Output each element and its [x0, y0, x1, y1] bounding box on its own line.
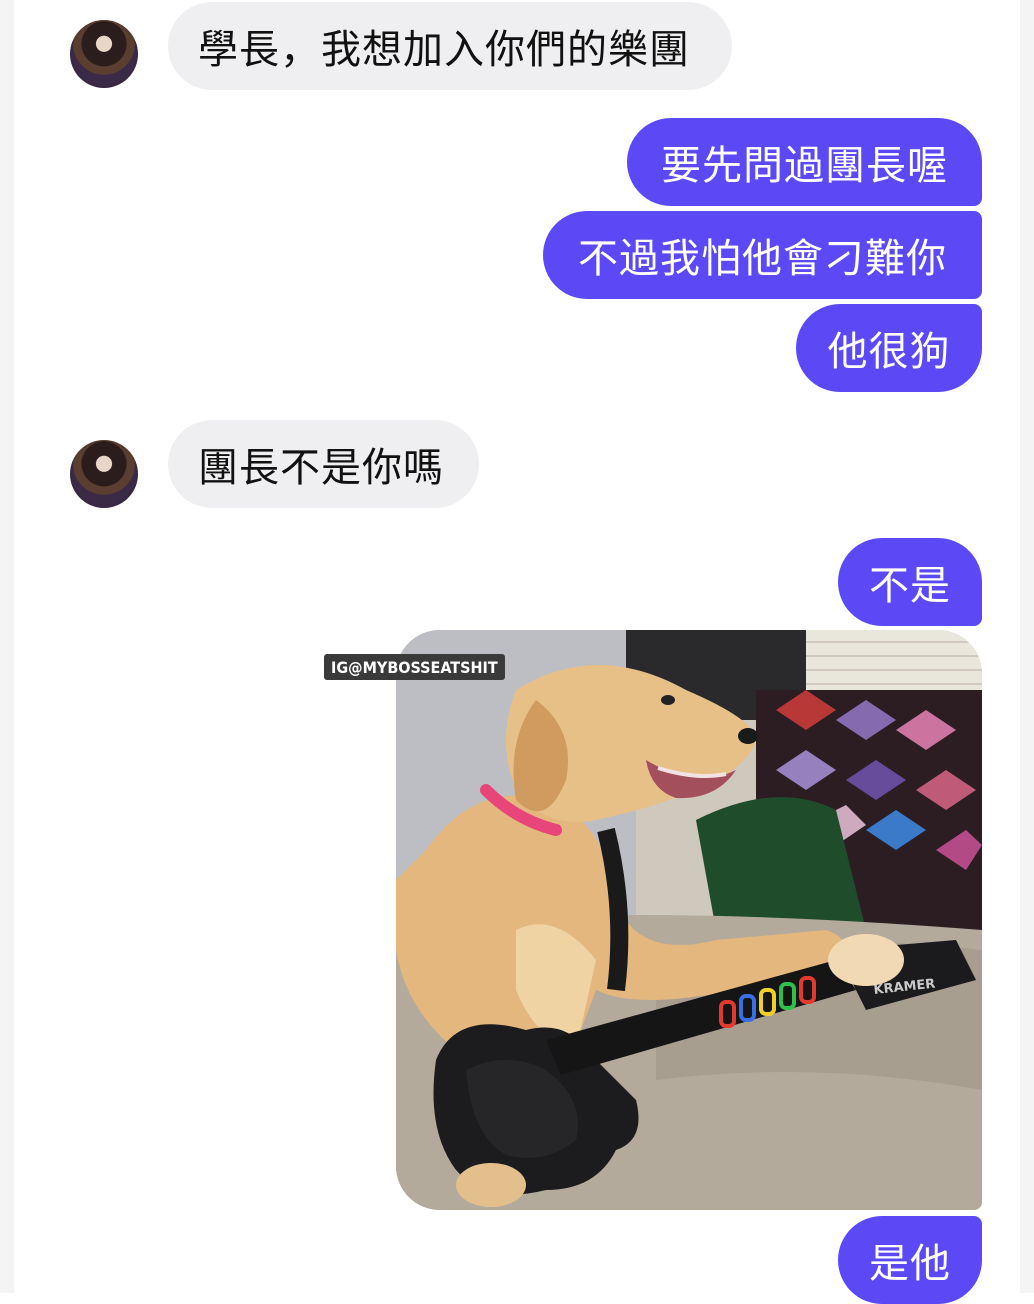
photo-message[interactable]: KRAMER — [396, 630, 982, 1210]
watermark-label: IG@MYBOSSEATSHIT — [324, 654, 505, 680]
outgoing-message[interactable]: 不過我怕他會刁難你 — [543, 211, 982, 299]
message-text: 學長，我想加入你們的樂團 — [198, 27, 690, 73]
outgoing-message[interactable]: 是他 — [838, 1216, 982, 1304]
message-text: 要先問過團長喔 — [661, 143, 948, 189]
contact-avatar[interactable] — [70, 440, 138, 508]
message-text: 不過我怕他會刁難你 — [578, 236, 947, 282]
chat-thread: 學長，我想加入你們的樂團 要先問過團長喔 不過我怕他會刁難你 他很狗 團長不是你… — [0, 0, 1034, 1304]
incoming-message[interactable]: 團長不是你嗎 — [168, 420, 479, 508]
outgoing-message[interactable]: 他很狗 — [796, 304, 982, 392]
contact-avatar[interactable] — [70, 20, 138, 88]
outgoing-message[interactable]: 要先問過團長喔 — [627, 118, 982, 206]
message-text: 不是 — [869, 563, 951, 609]
message-text: 團長不是你嗎 — [198, 445, 444, 491]
message-text: 是他 — [869, 1241, 951, 1287]
outgoing-message[interactable]: 不是 — [838, 538, 982, 626]
message-text: 他很狗 — [827, 329, 951, 375]
incoming-message[interactable]: 學長，我想加入你們的樂團 — [168, 2, 732, 90]
dog-playing-guitar-photo: KRAMER — [396, 630, 982, 1210]
